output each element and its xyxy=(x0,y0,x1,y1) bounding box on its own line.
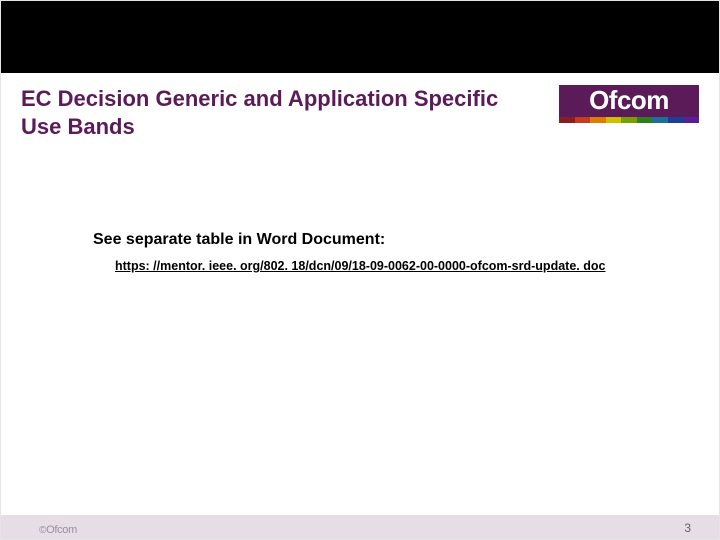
top-black-bar xyxy=(1,1,719,73)
body-lead-text: See separate table in Word Document: xyxy=(93,231,385,249)
footer-bar: ©Ofcom 3 xyxy=(1,515,719,539)
ofcom-logo-stripe xyxy=(559,117,699,123)
ofcom-logo-text: Ofcom xyxy=(559,85,699,117)
footer-copyright: ©Ofcom xyxy=(39,524,77,536)
ofcom-logo: Ofcom xyxy=(559,85,699,123)
document-link[interactable]: https: //mentor. ieee. org/802. 18/dcn/0… xyxy=(115,259,605,273)
page-number: 3 xyxy=(684,521,691,535)
slide-title: EC Decision Generic and Application Spec… xyxy=(21,85,511,140)
slide: EC Decision Generic and Application Spec… xyxy=(0,0,720,540)
footer-copyright-text: Ofcom xyxy=(46,524,77,536)
